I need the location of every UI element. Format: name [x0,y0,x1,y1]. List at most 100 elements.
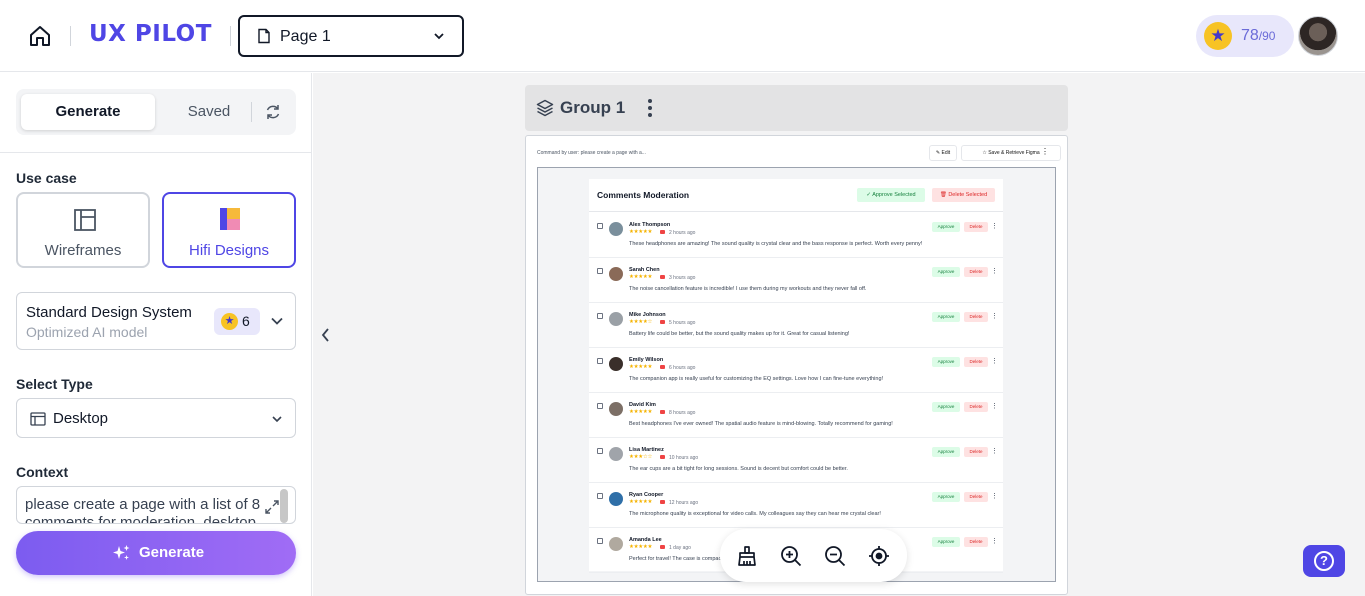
credits-used: 78 [1241,27,1259,44]
comment-text: Best headphones I've ever owned! The spa… [629,421,893,427]
comment-time: 1 day ago [669,545,691,551]
broom-icon[interactable] [735,544,759,568]
rating-stars: ★★★★★ [629,409,653,415]
row-more-icon[interactable]: ⋮ [991,492,998,500]
credit-cost: 6 [242,313,250,329]
select-type-label: Select Type [16,376,93,392]
rating-stars: ★★★★★ [629,544,653,550]
edit-button[interactable]: ✎ Edit [929,145,957,161]
locate-icon[interactable] [867,544,891,568]
row-checkbox[interactable] [597,313,603,319]
design-preview: Comments Moderation ✓ Approve Selected 🗑… [537,167,1056,582]
use-case-hifi-designs[interactable]: Hifi Designs [162,192,296,268]
use-case-wireframes-label: Wireframes [44,242,122,259]
row-more-icon[interactable]: ⋮ [991,222,998,230]
row-checkbox[interactable] [597,538,603,544]
comments-panel: Comments Moderation ✓ Approve Selected 🗑… [589,179,1003,573]
comment-time: 3 hours ago [669,275,696,281]
row-checkbox[interactable] [597,268,603,274]
group-header[interactable]: Group 1 [525,85,1068,131]
row-checkbox[interactable] [597,223,603,229]
source-icon [660,365,665,369]
save-figma-label: Save & Retrieve Figma [988,150,1040,156]
row-more-icon[interactable]: ⋮ [991,447,998,455]
row-more-icon[interactable]: ⋮ [991,312,998,320]
approve-button[interactable]: Approve [932,312,960,322]
frame-more-icon[interactable]: ⋮ [1040,147,1050,159]
delete-button[interactable]: Delete [964,447,988,457]
tab-saved[interactable]: Saved [166,94,252,130]
design-system-title: Standard Design System [26,304,192,321]
design-system-subtitle: Optimized AI model [26,324,148,340]
delete-button[interactable]: Delete [964,357,988,367]
row-more-icon[interactable]: ⋮ [991,357,998,365]
row-more-icon[interactable]: ⋮ [991,537,998,545]
row-checkbox[interactable] [597,493,603,499]
commenter-name: Alex Thompson [629,222,671,228]
refresh-icon[interactable] [263,102,283,122]
context-textarea[interactable]: please create a page with a list of 8 co… [16,486,296,524]
app-logo[interactable]: UX PILOT [89,21,212,47]
user-avatar[interactable] [1298,16,1338,56]
tab-generate[interactable]: Generate [21,94,155,130]
row-more-icon[interactable]: ⋮ [991,267,998,275]
table-row: David Kim ★★★★★ 8 hours ago Best headphones… [589,393,1003,438]
source-icon [660,545,665,549]
delete-button[interactable]: Delete [964,267,988,277]
table-row: Lisa Martinez ★★★☆☆ 10 hours ago The ear cu… [589,438,1003,483]
comment-time: 2 hours ago [669,230,696,236]
avatar [609,402,623,416]
context-label: Context [16,464,69,480]
zoom-in-icon[interactable] [779,544,803,568]
row-checkbox[interactable] [597,358,603,364]
approve-button[interactable]: Approve [932,447,960,457]
zoom-out-icon[interactable] [823,544,847,568]
approve-button[interactable]: Approve [932,267,960,277]
credits-badge[interactable]: ★ 78/90 [1196,15,1294,57]
home-icon[interactable] [28,24,52,48]
expand-icon[interactable] [264,499,280,515]
approve-selected-button[interactable]: ✓ Approve Selected [857,188,925,202]
commenter-name: Mike Johnson [629,312,666,318]
more-options-icon[interactable] [642,97,658,119]
avatar [609,447,623,461]
source-icon [660,230,665,234]
avatar [609,222,623,236]
row-checkbox[interactable] [597,403,603,409]
delete-button[interactable]: Delete [964,537,988,547]
device-type-select[interactable]: Desktop [16,398,296,438]
avatar [609,492,623,506]
avatar [609,312,623,326]
delete-button[interactable]: Delete [964,222,988,232]
table-row: Mike Johnson ★★★★☆ 5 hours ago Battery life… [589,303,1003,348]
approve-button[interactable]: Approve [932,357,960,367]
scrollbar[interactable] [280,489,288,523]
generate-button[interactable]: Generate [16,531,296,575]
commenter-name: Emily Wilson [629,357,664,363]
row-checkbox[interactable] [597,448,603,454]
approve-button[interactable]: Approve [932,492,960,502]
rating-stars: ★★★★★ [629,364,653,370]
delete-button[interactable]: Delete [964,492,988,502]
table-row: Emily Wilson ★★★★★ 6 hours ago The companio… [589,348,1003,393]
rating-stars: ★★★★★ [629,229,653,235]
comment-text: The companion app is really useful for c… [629,376,884,382]
delete-button[interactable]: Delete [964,402,988,412]
approve-button[interactable]: Approve [932,402,960,412]
page-selector[interactable]: Page 1 [238,15,464,57]
design-system-select[interactable]: Standard Design System Optimized AI mode… [16,292,296,350]
help-button[interactable]: ? [1303,545,1345,577]
comment-time: 8 hours ago [669,410,696,416]
delete-selected-button[interactable]: 🗑 Delete Selected [932,188,995,202]
divider [230,26,231,46]
delete-button[interactable]: Delete [964,312,988,322]
approve-selected-label: Approve Selected [872,192,916,198]
rating-stars: ★★★★★ [629,274,653,280]
approve-button[interactable]: Approve [932,537,960,547]
approve-button[interactable]: Approve [932,222,960,232]
use-case-wireframes[interactable]: Wireframes [16,192,150,268]
row-more-icon[interactable]: ⋮ [991,402,998,410]
chevron-left-icon[interactable] [318,327,334,343]
sparkles-icon [113,545,130,560]
credits-count: 78/90 [1241,27,1275,45]
